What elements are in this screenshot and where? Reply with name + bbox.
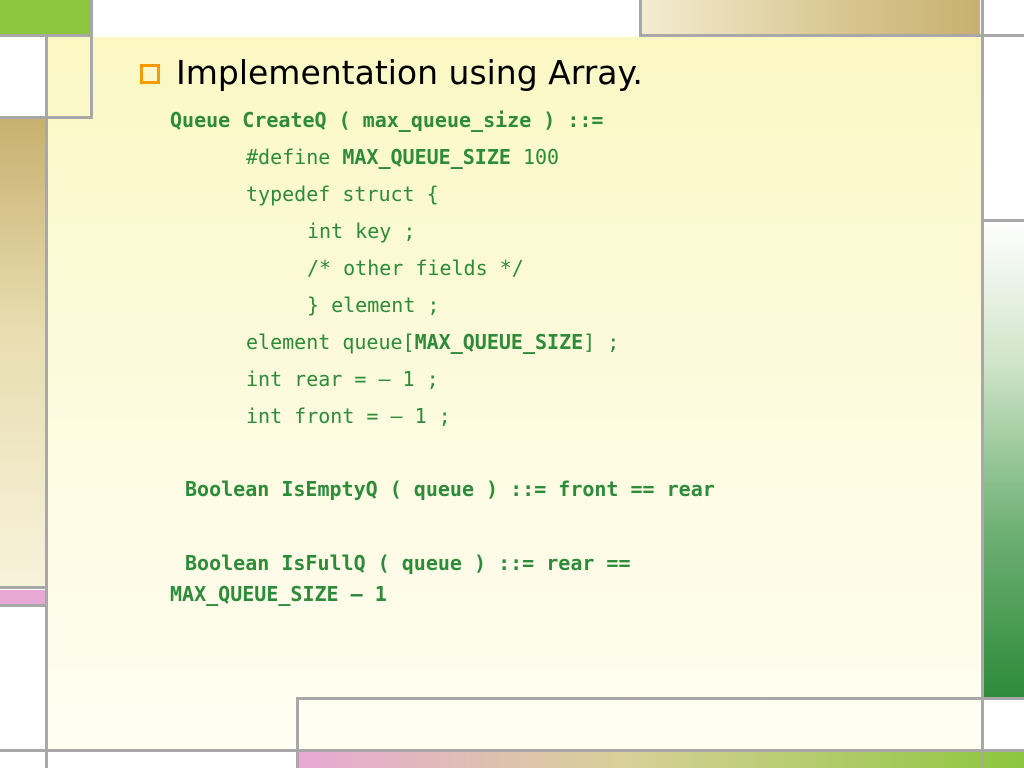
- grid-line: [639, 0, 642, 37]
- grid-line: [0, 586, 45, 589]
- define-name: MAX_QUEUE_SIZE: [342, 145, 511, 169]
- top-left-green-block: [0, 0, 90, 34]
- comment-line: /* other fields */: [307, 256, 524, 280]
- grid-line: [0, 749, 1024, 752]
- isfull-line-1: Boolean IsFullQ ( queue ) ::= rear ==: [185, 551, 631, 575]
- isempty-text: Boolean IsEmptyQ ( queue ) ::= front == …: [185, 477, 715, 501]
- front-line: int front = – 1 ;: [246, 404, 451, 428]
- queue-decl-suffix: ] ;: [583, 330, 620, 354]
- isfull-line-2: MAX_QUEUE_SIZE – 1: [170, 582, 387, 606]
- queue-decl-name: MAX_QUEUE_SIZE: [414, 330, 584, 354]
- grid-line: [90, 0, 93, 119]
- isempty-line: Boolean IsEmptyQ ( queue ) ::= front == …: [185, 477, 715, 501]
- createq-signature: Queue CreateQ ( max_queue_size ) ::=: [170, 108, 603, 132]
- left-tan-strip: [0, 118, 45, 588]
- define-prefix: #define: [246, 145, 343, 169]
- isfull-text-2-bold: MAX_QUEUE_SIZE: [170, 582, 339, 606]
- rear-line: int rear = – 1 ;: [246, 367, 439, 391]
- grid-line: [640, 34, 1024, 37]
- queue-decl-line: element queue[MAX_QUEUE_SIZE] ;: [246, 330, 619, 354]
- slide-title-text: Implementation using Array.: [176, 52, 643, 92]
- slide-content-panel: [47, 37, 981, 750]
- grid-line: [296, 697, 299, 768]
- bottom-gradient-bar: [298, 750, 1024, 768]
- slide-title: Implementation using Array.: [140, 50, 643, 94]
- hollow-square-bullet-icon: [140, 64, 160, 84]
- createq-signature-text: Queue CreateQ ( max_queue_size ) ::=: [170, 108, 604, 132]
- grid-line: [981, 0, 984, 768]
- right-green-strip: [984, 222, 1024, 698]
- int-key-line: int key ;: [307, 219, 416, 243]
- queue-decl-prefix: element queue[: [246, 330, 415, 354]
- left-pink-bar: [0, 590, 45, 604]
- element-close-line: } element ;: [307, 293, 440, 317]
- typedef-line: typedef struct {: [246, 182, 439, 206]
- define-line: #define MAX_QUEUE_SIZE 100: [246, 145, 559, 169]
- grid-line: [982, 219, 1024, 222]
- grid-line: [0, 604, 45, 607]
- grid-line: [45, 34, 48, 768]
- top-right-tan-banner: [642, 0, 980, 34]
- isfull-text-2-rest: – 1: [338, 582, 387, 606]
- define-value: 100: [510, 145, 560, 169]
- grid-line: [296, 697, 1024, 700]
- isfull-text-1: Boolean IsFullQ ( queue ) ::= rear ==: [185, 551, 631, 575]
